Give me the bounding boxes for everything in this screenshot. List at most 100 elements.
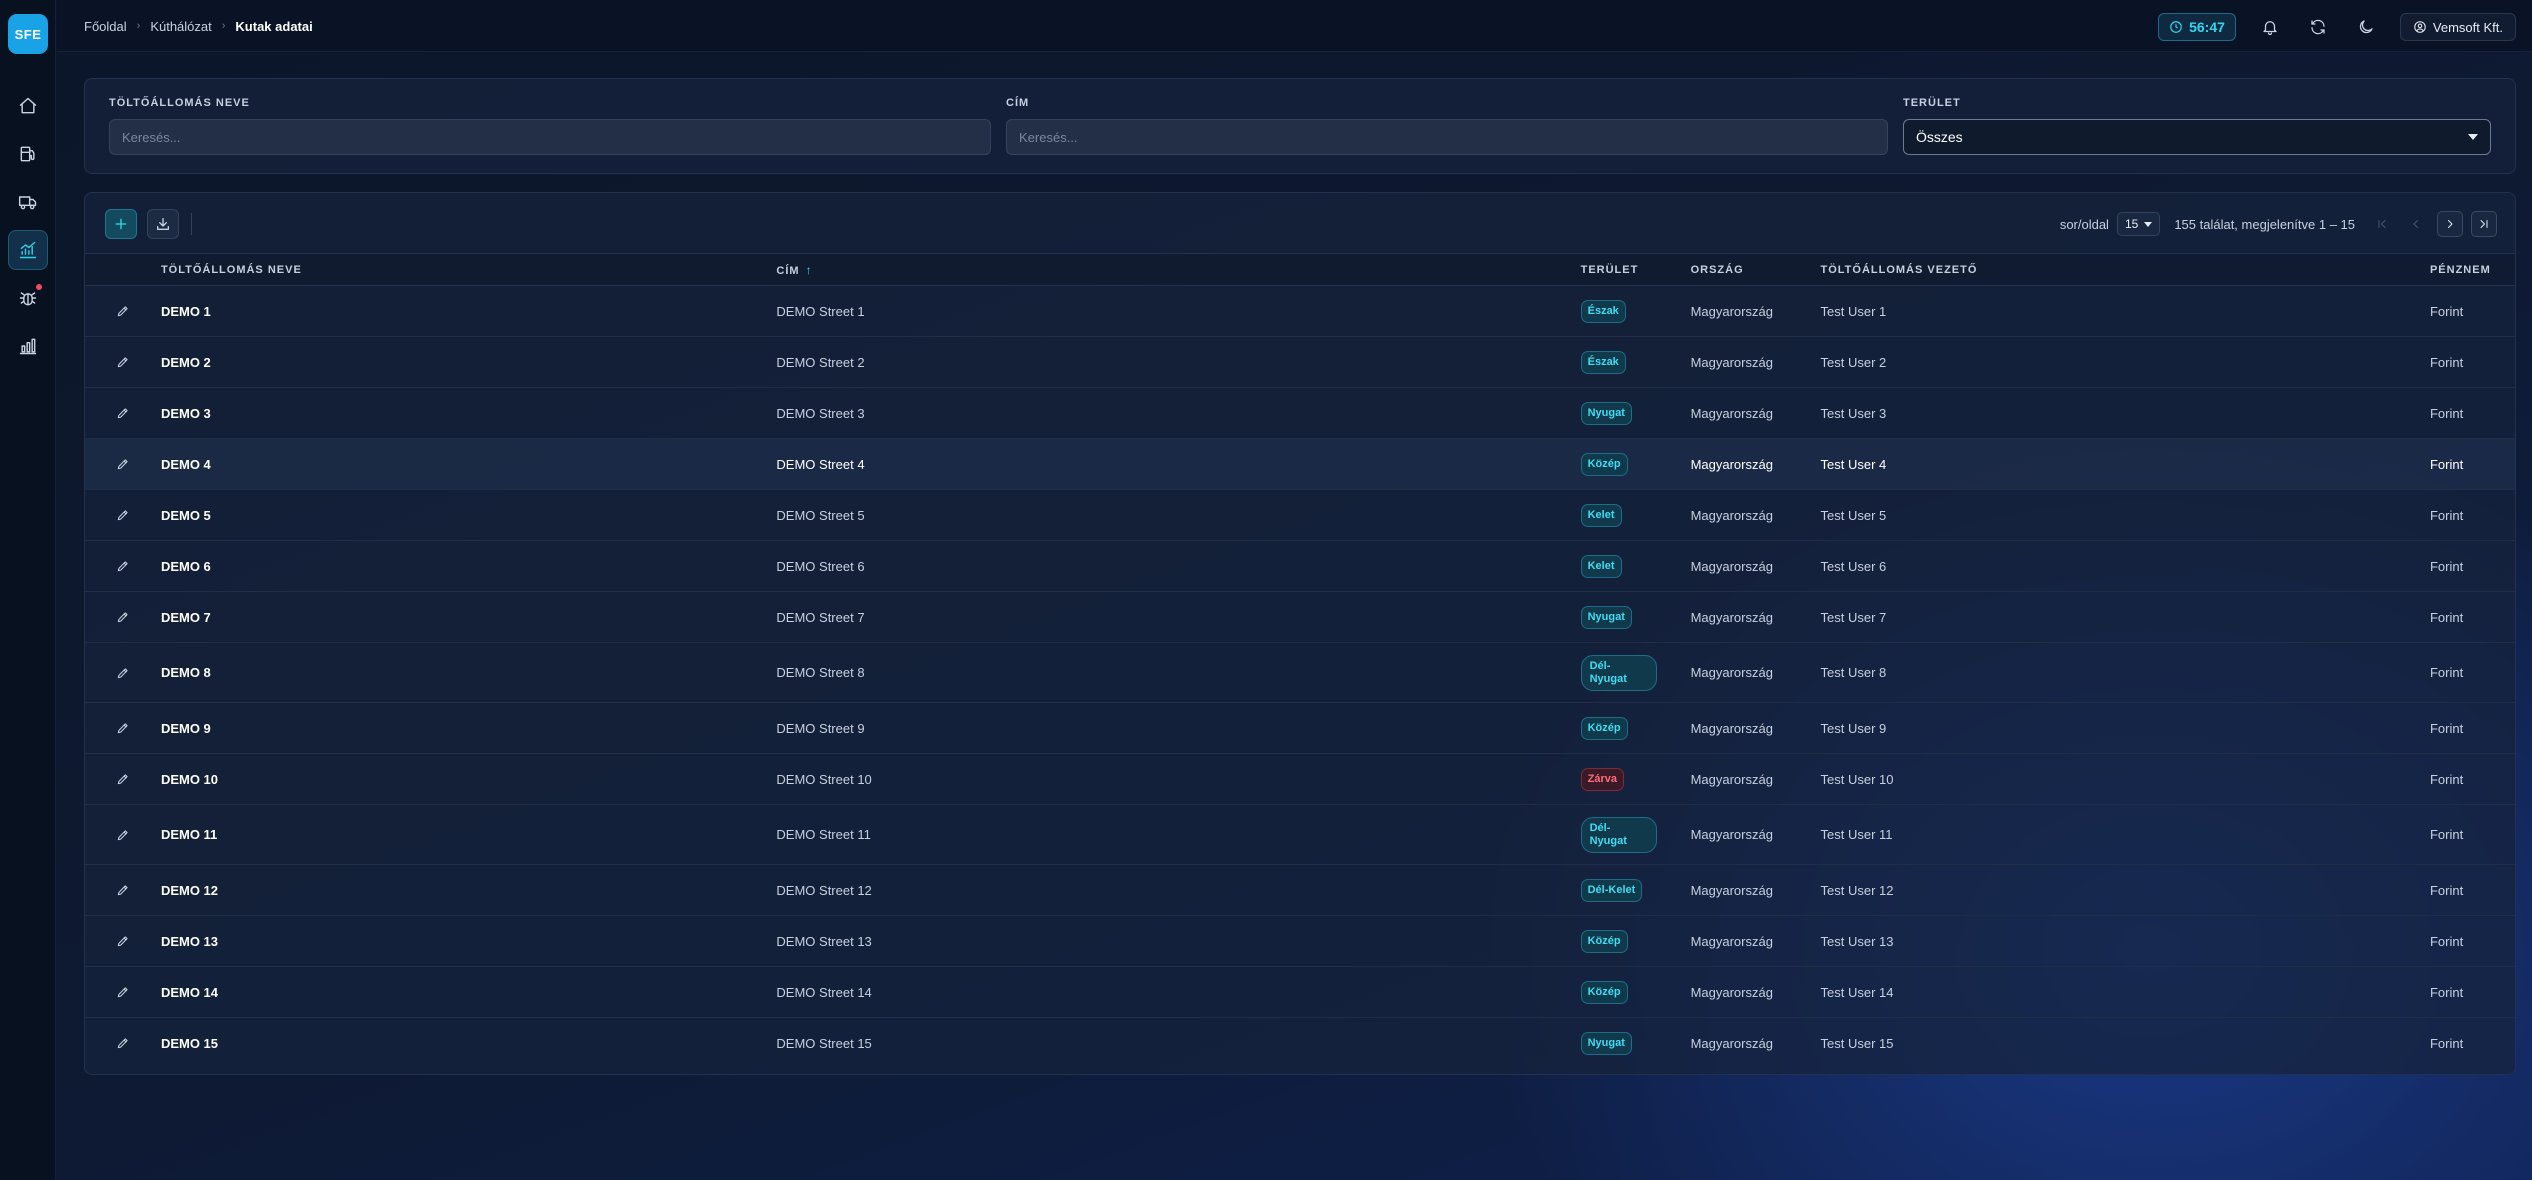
table-row[interactable]: DEMO 9 DEMO Street 9 Közép Magyarország Test… <box>85 702 2515 754</box>
currency-cell: Forint <box>2429 489 2515 541</box>
edit-cell <box>85 591 161 643</box>
table-toolbar: sor/oldal 15 155 találat, megjelenítve 1… <box>85 193 2515 253</box>
area-select-value: Összes <box>1916 129 1963 145</box>
table-row[interactable]: DEMO 6 DEMO Street 6 Kelet Magyarország Test… <box>85 540 2515 592</box>
column-header-station-name[interactable]: Töltőállomás neve <box>161 254 776 286</box>
edit-button[interactable] <box>112 606 134 628</box>
table-row[interactable]: DEMO 15 DEMO Street 15 Nyugat Magyarország T… <box>85 1018 2515 1069</box>
manager-cell: Test User 8 <box>1820 642 2430 703</box>
edit-button[interactable] <box>112 504 134 526</box>
edit-button[interactable] <box>112 879 134 901</box>
edit-button[interactable] <box>112 402 134 424</box>
breadcrumb-network[interactable]: Kúthálózat <box>150 19 211 34</box>
country-cell: Magyarország <box>1690 804 1821 865</box>
table-row[interactable]: DEMO 4 DEMO Street 4 Közép Magyarország Test… <box>85 438 2515 490</box>
country-cell: Magyarország <box>1690 591 1821 643</box>
sidebar-item-issues[interactable] <box>8 278 48 318</box>
edit-button[interactable] <box>112 662 134 684</box>
session-timer[interactable]: 56:47 <box>2158 13 2236 41</box>
country-cell: Magyarország <box>1690 540 1821 592</box>
edit-column-header <box>85 254 161 286</box>
edit-cell <box>85 804 161 865</box>
country-cell: Magyarország <box>1690 915 1821 967</box>
last-page-button[interactable] <box>2471 211 2497 237</box>
bar-chart-icon <box>19 338 37 355</box>
theme-toggle-button[interactable] <box>2352 13 2380 41</box>
pencil-icon <box>117 885 128 896</box>
rows-per-page-select[interactable]: 15 <box>2116 212 2161 236</box>
column-header-country[interactable]: Ország <box>1691 254 1821 286</box>
country-cell: Magyarország <box>1690 702 1821 754</box>
area-cell: Észak <box>1580 285 1691 337</box>
address-cell: DEMO Street 8 <box>776 642 1581 703</box>
column-header-manager[interactable]: Töltőállomás vezető <box>1821 254 2430 286</box>
table-row[interactable]: DEMO 13 DEMO Street 13 Közép Magyarország Te… <box>85 915 2515 967</box>
edit-button[interactable] <box>112 930 134 952</box>
refresh-button[interactable] <box>2304 13 2332 41</box>
sidebar-item-reports[interactable] <box>8 326 48 366</box>
moon-icon <box>2359 20 2373 34</box>
edit-button[interactable] <box>112 717 134 739</box>
notifications-button[interactable] <box>2256 13 2284 41</box>
previous-page-button[interactable] <box>2403 211 2429 237</box>
area-cell: Nyugat <box>1580 1018 1691 1069</box>
table-row[interactable]: DEMO 2 DEMO Street 2 Észak Magyarország Test… <box>85 336 2515 388</box>
edit-button[interactable] <box>112 300 134 322</box>
table-row[interactable]: DEMO 10 DEMO Street 10 Zárva Magyarország Te… <box>85 753 2515 805</box>
edit-button[interactable] <box>112 351 134 373</box>
area-select[interactable]: Összes <box>1903 119 2491 155</box>
pagination: sor/oldal 15 155 találat, megjelenítve 1… <box>2060 209 2497 239</box>
sidebar-item-fuel[interactable] <box>8 134 48 174</box>
caret-down-icon <box>2144 221 2153 227</box>
edit-button[interactable] <box>112 824 134 846</box>
area-cell: Dél-Nyugat <box>1580 642 1691 703</box>
add-station-button[interactable] <box>105 209 137 239</box>
area-cell: Közép <box>1580 438 1691 490</box>
manager-cell: Test User 4 <box>1820 438 2430 490</box>
top-header: Főoldal › Kúthálózat › Kutak adatai 56:4… <box>57 0 2532 52</box>
area-cell: Kelet <box>1580 489 1691 541</box>
edit-button[interactable] <box>112 981 134 1003</box>
table-row[interactable]: DEMO 1 DEMO Street 1 Észak Magyarország Test… <box>85 285 2515 337</box>
company-menu-button[interactable]: Vemsoft Kft. <box>2399 13 2516 41</box>
table-row[interactable]: DEMO 14 DEMO Street 14 Közép Magyarország Te… <box>85 966 2515 1018</box>
pencil-icon <box>117 510 128 521</box>
pencil-icon <box>117 829 128 840</box>
area-cell: Zárva <box>1580 753 1691 805</box>
table-row[interactable]: DEMO 12 DEMO Street 12 Dél-Kelet Magyarorsz… <box>85 864 2515 916</box>
country-cell: Magyarország <box>1690 1035 1773 1051</box>
edit-button[interactable] <box>112 453 134 475</box>
download-icon <box>157 218 169 230</box>
edit-button[interactable] <box>112 555 134 577</box>
column-header-address[interactable]: Cím ↑ <box>776 254 1580 286</box>
breadcrumb-home[interactable]: Főoldal <box>84 19 127 34</box>
first-page-button[interactable] <box>2369 211 2395 237</box>
manager-cell: Test User 14 <box>1820 966 2430 1018</box>
chevron-right-icon: › <box>221 20 226 32</box>
currency-cell: Forint <box>2429 438 2515 490</box>
edit-button[interactable] <box>112 768 134 790</box>
address-search-input[interactable] <box>1006 119 1888 155</box>
table-row[interactable]: DEMO 5 DEMO Street 5 Kelet Magyarország Test… <box>85 489 2515 541</box>
edit-button[interactable] <box>112 1032 134 1054</box>
address-cell: DEMO Street 15 <box>776 1035 872 1051</box>
table-row[interactable]: DEMO 7 DEMO Street 7 Nyugat Magyarország Tes… <box>85 591 2515 643</box>
table-row[interactable]: DEMO 3 DEMO Street 3 Nyugat Magyarország Tes… <box>85 387 2515 439</box>
sidebar-item-transport[interactable] <box>8 182 48 222</box>
table-row[interactable]: DEMO 11 DEMO Street 11 Dél-Nyugat Magyarors… <box>85 804 2515 865</box>
next-page-button[interactable] <box>2437 211 2463 237</box>
edit-cell <box>85 966 161 1018</box>
station-name-cell: DEMO 8 <box>160 642 777 703</box>
sidebar-item-home[interactable] <box>8 86 48 126</box>
pencil-icon <box>117 723 128 734</box>
currency-cell: Forint <box>2429 702 2515 754</box>
pencil-icon <box>117 357 128 368</box>
column-header-currency[interactable]: Pénznem <box>2430 254 2515 286</box>
sidebar-item-network[interactable] <box>8 230 48 270</box>
export-button[interactable] <box>147 209 179 239</box>
app-logo[interactable]: SFE <box>8 14 48 54</box>
currency-cell: Forint <box>2429 285 2515 337</box>
table-row[interactable]: DEMO 8 DEMO Street 8 Dél-Nyugat Magyarorszá… <box>85 642 2515 703</box>
column-header-area[interactable]: Terület <box>1581 254 1691 286</box>
station-name-search-input[interactable] <box>109 119 991 155</box>
